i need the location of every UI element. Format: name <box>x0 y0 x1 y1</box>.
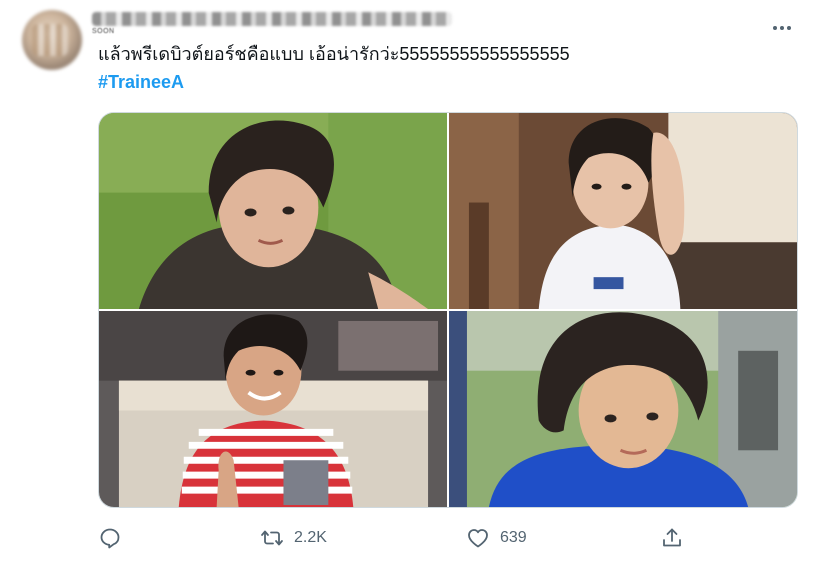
more-options-icon[interactable] <box>768 20 796 36</box>
share-icon <box>663 528 681 547</box>
like-count: 639 <box>500 529 527 546</box>
blurred-display-name <box>92 12 452 26</box>
hashtag-link[interactable]: #TraineeA <box>98 70 184 94</box>
retweet-count: 2.2K <box>294 529 327 546</box>
tweet-text: แล้วพรีเดบิวต์ยอร์ชคือแบบ เอ้อน่ารักว่ะ5… <box>98 44 570 64</box>
retweet-button[interactable]: 2.2K <box>260 522 327 554</box>
photo-4[interactable] <box>449 311 797 507</box>
tweet-author[interactable]: SOON <box>92 6 472 35</box>
reply-icon <box>100 528 120 549</box>
tweet-actions: 2.2K 639 <box>98 522 798 554</box>
photo-1[interactable] <box>99 113 447 309</box>
blurred-handle: SOON <box>92 28 115 35</box>
avatar[interactable] <box>22 10 82 70</box>
reply-button[interactable] <box>98 522 122 554</box>
photo-3[interactable] <box>99 311 447 507</box>
retweet-icon <box>261 530 283 546</box>
like-button[interactable]: 639 <box>466 522 527 554</box>
share-button[interactable] <box>660 522 684 554</box>
media-grid <box>98 112 798 508</box>
photo-2[interactable] <box>449 113 797 309</box>
heart-icon <box>468 529 488 548</box>
